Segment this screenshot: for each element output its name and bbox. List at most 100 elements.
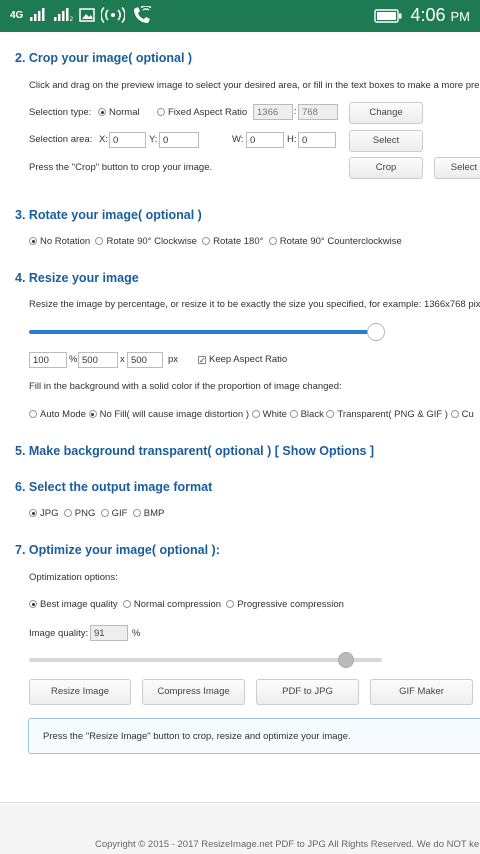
keep-aspect-checkbox[interactable]: ✓ Keep Aspect Ratio (198, 354, 287, 365)
w-label: W: (232, 134, 244, 145)
optimize-heading: 7. Optimize your image( optional ): (15, 543, 220, 557)
fill-white-radio[interactable]: White (251, 409, 287, 420)
signal-2-icon: 2 (54, 8, 74, 22)
percent-unit: % (69, 354, 78, 365)
fill-options: Auto Mode No Fill( will cause image dist… (29, 409, 474, 420)
resize-heading: 4. Resize your image (15, 271, 139, 285)
size-separator: x (120, 354, 125, 365)
format-bmp-radio[interactable]: BMP (132, 508, 164, 519)
radio-icon (29, 509, 37, 517)
resize-slider-thumb[interactable] (367, 323, 385, 341)
opt-normal-radio[interactable]: Normal compression (122, 599, 221, 610)
resize-description: Resize the image by percentage, or resiz… (29, 299, 480, 310)
rotate-180-radio[interactable]: Rotate 180° (202, 236, 263, 247)
select-all-button[interactable]: Select (434, 157, 480, 179)
status-right: 4:06 PM (374, 5, 470, 26)
wifi-call-icon (134, 6, 152, 23)
format-png-radio[interactable]: PNG (63, 508, 95, 519)
radio-icon (98, 108, 106, 116)
format-jpg-radio[interactable]: JPG (29, 508, 58, 519)
crop-description: Click and drag on the preview image to s… (29, 80, 480, 91)
gif-maker-button[interactable]: GIF Maker (370, 679, 473, 705)
wireless-icon (101, 7, 126, 23)
change-button[interactable]: Change (349, 102, 423, 124)
crop-heading: 2. Crop your image( optional ) (15, 51, 193, 65)
battery-icon (374, 8, 402, 23)
radio-icon (157, 108, 165, 116)
h-field[interactable]: 0 (298, 132, 336, 148)
pdf-to-jpg-button[interactable]: PDF to JPG (256, 679, 359, 705)
fill-black-radio[interactable]: Black (289, 409, 324, 420)
info-text: Press the "Resize Image" button to crop,… (43, 731, 351, 742)
radio-icon (251, 410, 260, 418)
compress-image-button[interactable]: Compress Image (142, 679, 245, 705)
percent-field[interactable]: 100 (29, 352, 67, 368)
radio-icon (100, 509, 109, 517)
h-label: H: (287, 134, 297, 145)
selection-area-label: Selection area: (29, 134, 93, 145)
radio-icon (29, 600, 37, 608)
rotate-heading: 3. Rotate your image( optional ) (15, 208, 202, 222)
resize-slider-track[interactable] (29, 330, 379, 334)
optimization-options-label: Optimization options: (29, 572, 118, 583)
width-field[interactable]: 500 (78, 352, 118, 368)
normal-radio[interactable]: Normal (98, 107, 140, 118)
info-box: Press the "Resize Image" button to crop,… (28, 718, 480, 754)
radio-icon (29, 237, 37, 245)
opt-progressive-radio[interactable]: Progressive compression (226, 599, 344, 610)
w-field[interactable]: 0 (246, 132, 284, 148)
status-left: 4G 2 (10, 6, 153, 24)
select-button[interactable]: Select (349, 130, 423, 152)
format-heading: 6. Select the output image format (15, 480, 213, 494)
quality-field[interactable]: 91 (90, 625, 128, 641)
fixed-ratio-radio[interactable]: Fixed Aspect Ratio (157, 107, 247, 118)
checkbox-icon: ✓ (198, 356, 206, 365)
signal-icon (30, 8, 45, 21)
x-field[interactable]: 0 (109, 132, 146, 148)
selection-type-label: Selection type: (29, 107, 92, 118)
clock: 4:06 PM (410, 5, 470, 25)
radio-icon (63, 509, 72, 517)
network-type: 4G (10, 9, 24, 21)
height-field[interactable]: 500 (127, 352, 163, 368)
radio-icon (29, 410, 37, 418)
rotate-none-radio[interactable]: No Rotation (29, 236, 90, 247)
fill-auto-radio[interactable]: Auto Mode (29, 409, 86, 420)
fill-none-radio[interactable]: No Fill( will cause image distortion ) (88, 409, 249, 420)
opt-best-radio[interactable]: Best image quality (29, 599, 118, 610)
fill-custom-radio[interactable]: Cu (450, 409, 474, 420)
show-options-link[interactable]: [ Show Options ] (275, 444, 374, 458)
x-label: X: (99, 134, 108, 145)
radio-icon (132, 509, 141, 517)
radio-icon (95, 237, 104, 245)
footer: Copyright © 2015 - 2017 ResizeImage.net … (0, 804, 480, 854)
quality-slider-track[interactable] (29, 658, 382, 662)
svg-text:2: 2 (70, 16, 74, 22)
fill-transparent-radio[interactable]: Transparent( PNG & GIF ) (326, 409, 448, 420)
rotate-options: No Rotation Rotate 90° Clockwise Rotate … (29, 236, 402, 247)
radio-icon (122, 600, 131, 608)
ratio-height-field[interactable]: 768 (298, 104, 338, 120)
rotate-ccw-radio[interactable]: Rotate 90° Counterclockwise (268, 236, 402, 247)
gallery-icon (79, 8, 96, 22)
format-options: JPG PNG GIF BMP (29, 508, 164, 519)
footer-text: Copyright © 2015 - 2017 ResizeImage.net … (95, 839, 480, 850)
crop-note: Press the "Crop" button to crop your ima… (29, 162, 213, 173)
radio-icon (268, 237, 277, 245)
y-field[interactable]: 0 (159, 132, 199, 148)
quality-slider-thumb[interactable] (338, 652, 354, 668)
resize-image-button[interactable]: Resize Image (29, 679, 131, 705)
px-unit: px (168, 354, 179, 365)
crop-button[interactable]: Crop (349, 157, 423, 179)
radio-icon (202, 237, 211, 245)
format-gif-radio[interactable]: GIF (100, 508, 127, 519)
transparent-heading: 5. Make background transparent( optional… (15, 444, 375, 458)
ratio-separator: : (294, 106, 297, 117)
radio-icon (226, 600, 235, 608)
radio-icon (289, 410, 298, 418)
fill-description: Fill in the background with a solid colo… (29, 381, 342, 392)
radio-icon (88, 410, 97, 418)
rotate-cw-radio[interactable]: Rotate 90° Clockwise (95, 236, 197, 247)
radio-icon (450, 410, 459, 418)
ratio-width-field[interactable]: 1366 (253, 104, 293, 120)
